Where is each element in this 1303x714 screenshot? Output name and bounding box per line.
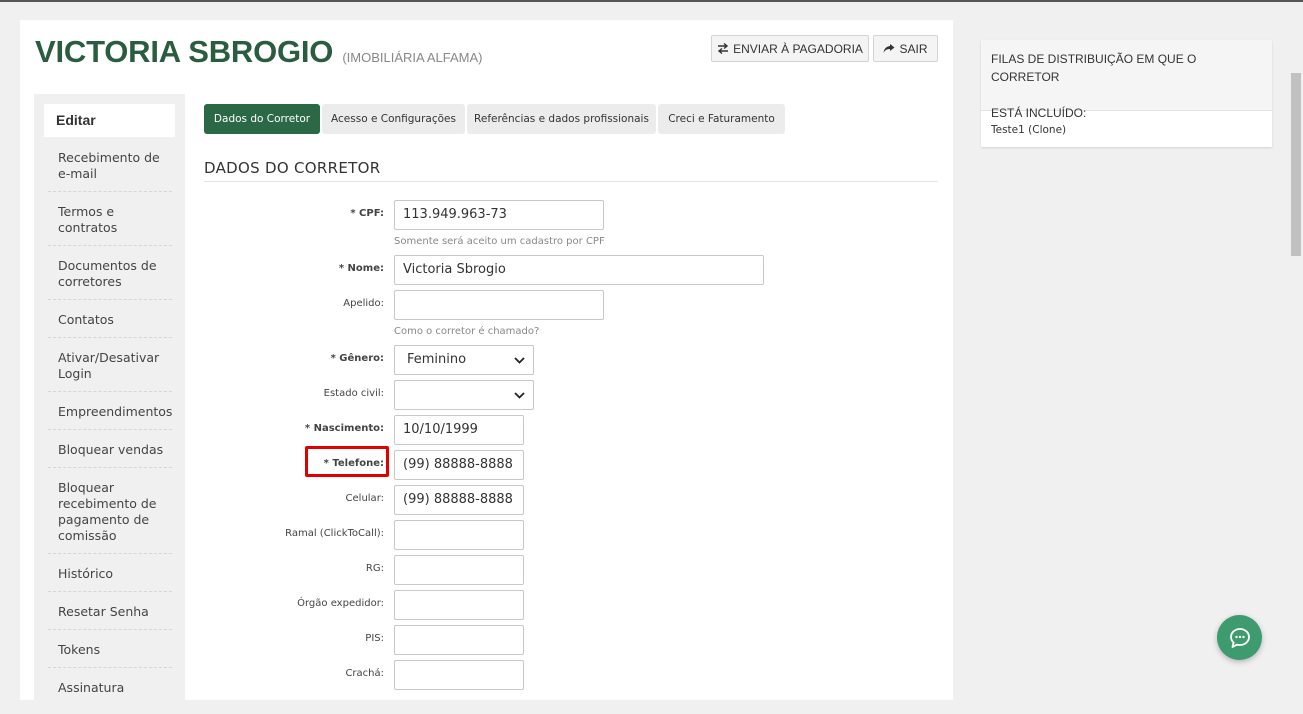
genero-label: * Gênero: (330, 353, 384, 364)
cracha-input[interactable] (394, 660, 524, 690)
page-subtitle: (IMOBILIÁRIA ALFAMA) (342, 50, 483, 65)
genero-value: Feminino (407, 352, 467, 367)
sidebar-item-empreendimentos[interactable]: Empreendimentos (58, 404, 172, 420)
nascimento-label: * Nascimento: (304, 423, 384, 434)
pis-input[interactable] (394, 625, 524, 655)
section-divider (204, 181, 938, 182)
celular-input[interactable]: (99) 88888-8888 (394, 485, 524, 515)
sidebar-divider (48, 337, 172, 338)
sidebar-item-recebimento-email[interactable]: Recebimento de e-mail (58, 150, 170, 182)
rg-label: RG: (365, 563, 384, 574)
sidebar-item-resetar-senha[interactable]: Resetar Senha (58, 604, 170, 620)
orgao-expedidor-label: Órgão expedidor: (297, 598, 384, 609)
sidebar-divider (48, 629, 172, 630)
exit-button[interactable]: SAIR (873, 35, 938, 62)
sidebar: Editar Recebimento de e-mail Termos e co… (34, 94, 185, 714)
tab-creci-faturamento[interactable]: Creci e Faturamento (658, 104, 785, 134)
sidebar-divider (48, 391, 172, 392)
send-to-payer-button[interactable]: ENVIAR À PAGADORIA (711, 35, 869, 62)
telefone-highlight-box (305, 446, 389, 477)
sidebar-divider (48, 245, 172, 246)
nome-label: * Nome: (338, 263, 384, 274)
sidebar-item-tokens[interactable]: Tokens (58, 642, 170, 658)
distribution-queues-title-line2: ESTÁ INCLUÍDO: (991, 106, 1087, 120)
tab-dados-corretor[interactable]: Dados do Corretor (204, 104, 320, 134)
exit-label: SAIR (899, 41, 928, 56)
genero-select[interactable]: Feminino (394, 345, 534, 375)
pis-label: PIS: (365, 633, 384, 644)
nascimento-input[interactable]: 10/10/1999 (394, 415, 524, 445)
send-to-payer-label: ENVIAR À PAGADORIA (733, 41, 863, 56)
cpf-hint: Somente será aceito um cadastro por CPF (394, 236, 605, 247)
share-arrow-icon (883, 44, 895, 53)
orgao-expedidor-input[interactable] (394, 590, 524, 620)
sidebar-divider (48, 299, 172, 300)
sidebar-heading: Editar (44, 104, 175, 137)
distribution-queue-item: Teste1 (Clone) (991, 124, 1067, 136)
sidebar-item-historico[interactable]: Histórico (58, 566, 170, 582)
apelido-input[interactable] (394, 290, 604, 320)
sidebar-item-assinatura[interactable]: Assinatura (58, 680, 170, 696)
estado-civil-select[interactable] (394, 380, 534, 410)
chat-bubble-icon (1229, 627, 1250, 648)
window-top-border (0, 0, 1303, 2)
tab-referencias[interactable]: Referências e dados profissionais (467, 104, 656, 134)
chevron-down-icon (514, 391, 525, 399)
apelido-label: Apelido: (343, 298, 384, 309)
cpf-input[interactable]: 113.949.963-73 (394, 200, 604, 230)
chat-button[interactable] (1217, 615, 1262, 660)
swap-arrows-icon (718, 43, 729, 54)
estado-civil-label: Estado civil: (323, 388, 384, 399)
sidebar-item-bloquear-vendas[interactable]: Bloquear vendas (58, 442, 170, 458)
chevron-down-icon (514, 356, 525, 364)
distribution-queues-header: FILAS DE DISTRIBUIÇÃO EM QUE O CORRETOR … (981, 40, 1272, 120)
ramal-label: Ramal (ClickToCall): (285, 528, 384, 539)
sidebar-divider (48, 429, 172, 430)
sidebar-item-documentos[interactable]: Documentos de corretores (58, 258, 170, 290)
sidebar-divider (48, 667, 172, 668)
cracha-label: Crachá: (345, 668, 384, 679)
sidebar-divider (48, 591, 172, 592)
section-title: DADOS DO CORRETOR (204, 159, 381, 177)
apelido-hint: Como o corretor é chamado? (394, 326, 540, 337)
sidebar-item-contatos[interactable]: Contatos (58, 312, 170, 328)
sidebar-divider (48, 553, 172, 554)
tab-acesso-configuracoes[interactable]: Acesso e Configurações (322, 104, 465, 134)
distribution-queues-card: FILAS DE DISTRIBUIÇÃO EM QUE O CORRETOR … (981, 40, 1272, 147)
page-header: VICTORIA SBROGIO (IMOBILIÁRIA ALFAMA) (35, 34, 482, 70)
sidebar-divider (48, 191, 172, 192)
sidebar-item-bloquear-comissao[interactable]: Bloquear recebimento de pagamento de com… (58, 480, 170, 544)
rg-input[interactable] (394, 555, 524, 585)
nome-input[interactable]: Victoria Sbrogio (394, 255, 764, 285)
sidebar-divider (48, 467, 172, 468)
page-scrollbar[interactable] (1288, 70, 1303, 689)
cpf-label: * CPF: (350, 208, 384, 219)
ramal-input[interactable] (394, 520, 524, 550)
distribution-queues-title-line1: FILAS DE DISTRIBUIÇÃO EM QUE O CORRETOR (991, 52, 1197, 84)
telefone-input[interactable]: (99) 88888-8888 (394, 450, 524, 480)
celular-label: Celular: (345, 493, 384, 504)
sidebar-item-ativar-login[interactable]: Ativar/Desativar Login (58, 350, 170, 382)
main-panel: VICTORIA SBROGIO (IMOBILIÁRIA ALFAMA) EN… (20, 20, 953, 714)
page-title: VICTORIA SBROGIO (35, 34, 334, 69)
sidebar-item-termos[interactable]: Termos e contratos (58, 204, 170, 236)
scrollbar-thumb[interactable] (1291, 73, 1301, 256)
